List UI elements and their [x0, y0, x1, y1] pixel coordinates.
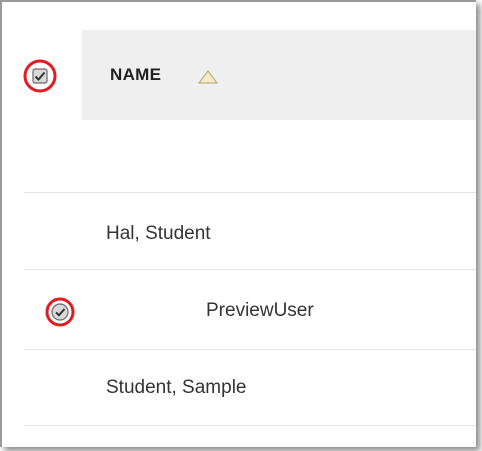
table-row-name: PreviewUser [206, 300, 314, 321]
row-divider [24, 269, 476, 270]
table-row-name: Student, Sample [106, 377, 247, 398]
column-header-name[interactable]: NAME [110, 65, 161, 85]
checkmark-icon [23, 59, 57, 93]
row-divider [24, 192, 476, 193]
row-divider [24, 349, 476, 350]
select-all-checkbox[interactable] [22, 58, 58, 94]
row-divider [24, 425, 476, 426]
roster-table-panel: NAME Hal, Student PreviewUser Student, S… [0, 0, 476, 447]
checkmark-icon [45, 297, 75, 327]
row-checkbox-previewuser[interactable] [42, 294, 78, 330]
triangle-up-icon[interactable] [197, 69, 219, 85]
table-row-name: Hal, Student [106, 223, 211, 244]
